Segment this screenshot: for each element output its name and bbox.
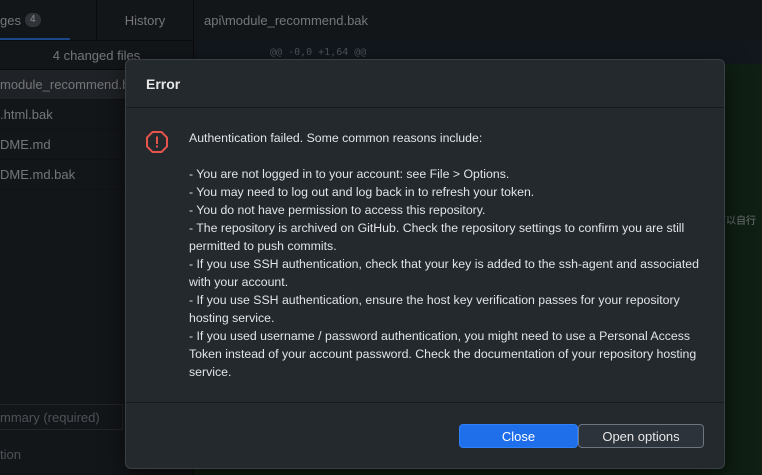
error-dialog: Error Authentication failed. Some common… [125,59,725,469]
error-reason: - If you use SSH authentication, ensure … [189,293,680,325]
error-intro: Authentication failed. Some common reaso… [189,131,483,145]
error-message: Authentication failed. Some common reaso… [189,129,709,381]
error-reason: - If you used username / password authen… [189,329,697,379]
dialog-footer: Close Open options [126,404,724,468]
error-reason: - The repository is archived on GitHub. … [189,221,685,253]
close-button[interactable]: Close [459,424,578,448]
error-reason: - You may need to log out and log back i… [189,185,535,199]
error-reason: - You are not logged in to your account:… [189,167,510,181]
dialog-title: Error [146,75,181,92]
open-options-button[interactable]: Open options [578,424,704,448]
error-reason: - You do not have permission to access t… [189,203,486,217]
error-octagon-icon [146,131,168,153]
dialog-header: Error [126,60,724,108]
error-reason: - If you use SSH authentication, check t… [189,257,699,289]
dialog-body: Authentication failed. Some common reaso… [126,108,724,403]
